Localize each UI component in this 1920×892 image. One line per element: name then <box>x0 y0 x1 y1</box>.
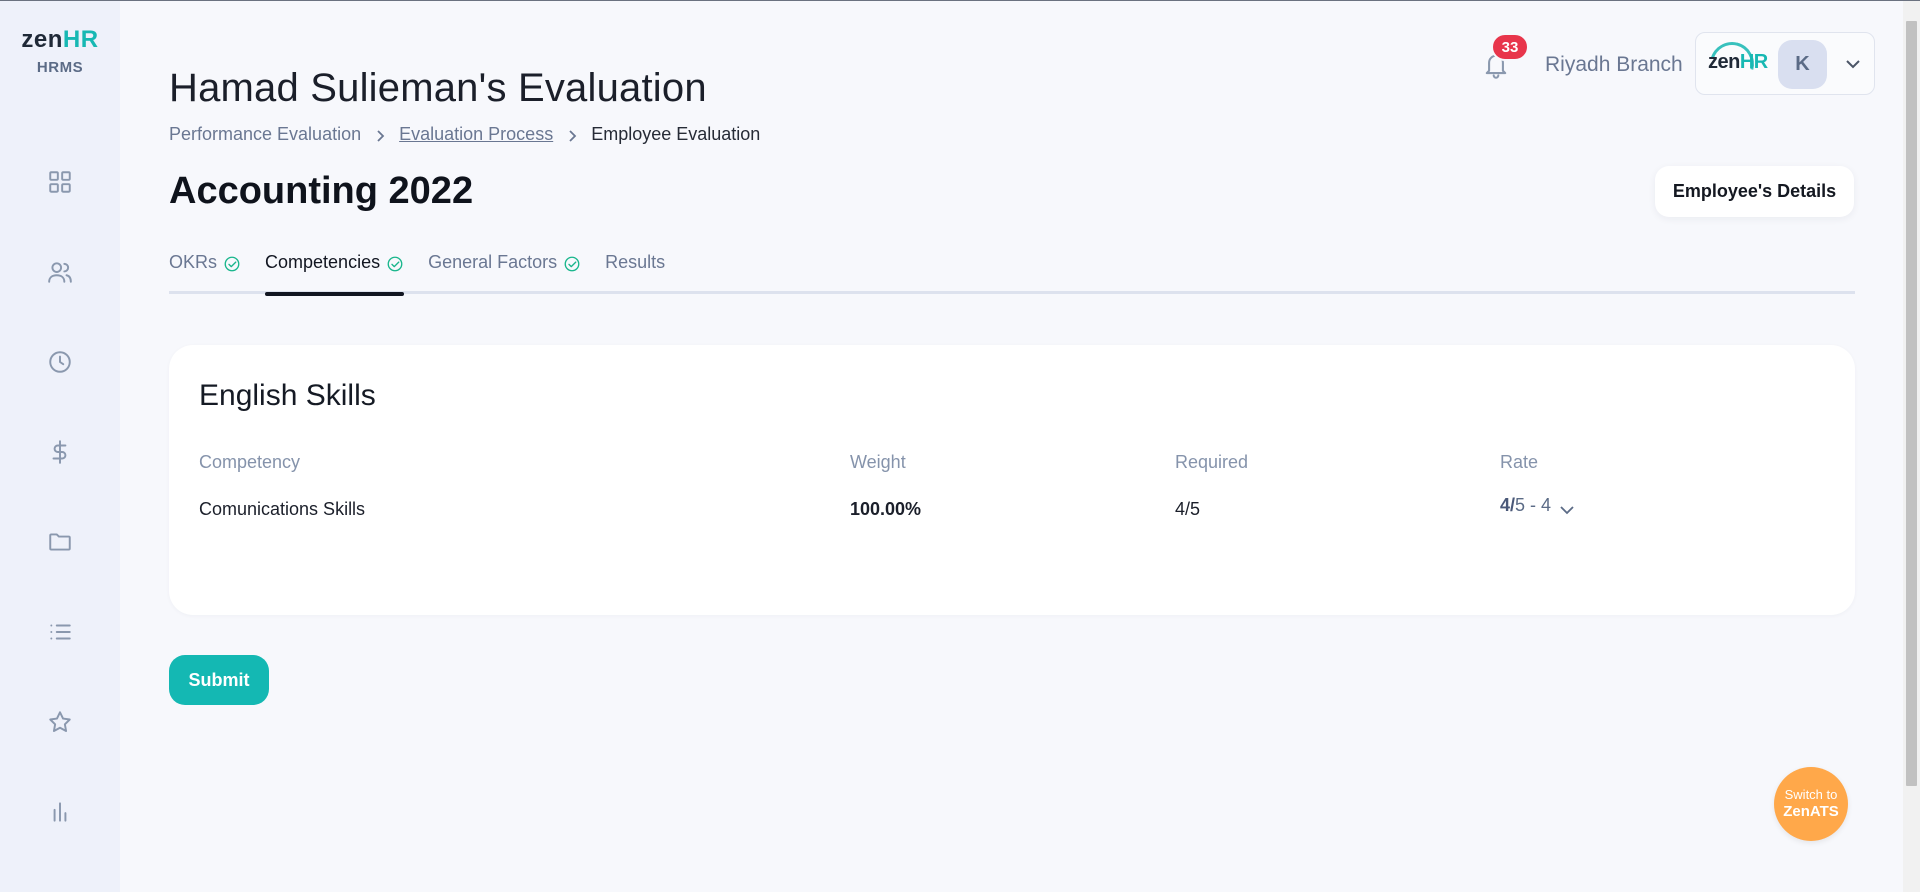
column-header-weight: Weight <box>850 452 906 472</box>
window-top-border <box>0 0 1920 1</box>
section-title: Accounting 2022 <box>169 170 474 212</box>
notification-badge: 33 <box>1491 33 1529 61</box>
brand[interactable]: zenHR HRMS <box>0 26 120 76</box>
page-title: Hamad Sulieman's Evaluation <box>169 66 707 110</box>
switch-label: Switch to <box>1784 787 1838 802</box>
tab-label: General Factors <box>428 252 558 272</box>
dollar-icon[interactable] <box>45 437 75 467</box>
rate-value: 4/ <box>1500 495 1516 515</box>
submit-button[interactable]: Submit <box>169 655 269 705</box>
check-circle-icon <box>386 255 404 273</box>
brand-subtitle: HRMS <box>36 59 84 76</box>
tab-competencies[interactable]: Competencies <box>265 252 405 296</box>
company-logo: zenHR <box>1708 51 1768 73</box>
list-icon[interactable] <box>45 617 75 647</box>
folder-icon[interactable] <box>45 527 75 557</box>
scrollbar[interactable] <box>1903 1 1920 892</box>
competency-required: 4/5 <box>1175 499 1201 519</box>
sidebar: zenHR HRMS <box>0 1 120 892</box>
dashboard-grid-icon[interactable] <box>45 167 75 197</box>
tab-label: Results <box>605 252 666 272</box>
competency-weight: 100.00% <box>850 499 922 519</box>
column-header-competency: Competency <box>199 452 301 472</box>
account-menu[interactable]: zenHR K <box>1695 32 1875 95</box>
bar-chart-icon[interactable] <box>45 797 75 827</box>
users-icon[interactable] <box>45 257 75 287</box>
chevron-right-icon <box>375 129 385 142</box>
chevron-right-icon <box>567 129 577 142</box>
column-header-rate: Rate <box>1500 452 1539 472</box>
column-header-required: Required <box>1175 452 1249 472</box>
breadcrumb: Performance Evaluation Evaluation Proces… <box>169 124 760 145</box>
tab-general-factors[interactable]: General Factors <box>428 252 581 294</box>
rate-dropdown[interactable]: 4/5 - 4 <box>1500 495 1575 516</box>
scrollbar-thumb[interactable] <box>1906 21 1917 786</box>
clock-icon[interactable] <box>45 347 75 377</box>
tab-label: Competencies <box>265 252 381 272</box>
tab-results[interactable]: Results <box>605 252 665 294</box>
breadcrumb-performance-evaluation[interactable]: Performance Evaluation <box>169 124 361 145</box>
branch-selector[interactable]: Riyadh Branch <box>1545 53 1683 77</box>
switch-to-zenats-button[interactable]: Switch to ZenATS <box>1774 767 1848 841</box>
check-circle-icon <box>563 255 581 273</box>
card-title: English Skills <box>199 379 376 412</box>
tab-label: OKRs <box>169 252 218 272</box>
competency-card: English Skills Competency Weight Require… <box>169 345 1855 615</box>
switch-product: ZenATS <box>1783 803 1839 820</box>
check-circle-icon <box>223 255 241 273</box>
star-icon[interactable] <box>45 707 75 737</box>
chevron-down-icon <box>1559 500 1575 514</box>
brand-logo: zenHR <box>21 26 99 53</box>
employee-details-button[interactable]: Employee's Details <box>1655 166 1854 217</box>
breadcrumb-current: Employee Evaluation <box>591 124 761 144</box>
avatar: K <box>1778 40 1827 89</box>
breadcrumb-evaluation-process[interactable]: Evaluation Process <box>399 124 553 145</box>
chevron-down-icon <box>1844 57 1862 71</box>
tab-bar: OKRs Competencies General Factors Result… <box>169 252 689 296</box>
competency-name: Comunications Skills <box>199 499 366 519</box>
rate-scale: 5 - 4 <box>1515 495 1552 515</box>
tab-okrs[interactable]: OKRs <box>169 252 241 294</box>
